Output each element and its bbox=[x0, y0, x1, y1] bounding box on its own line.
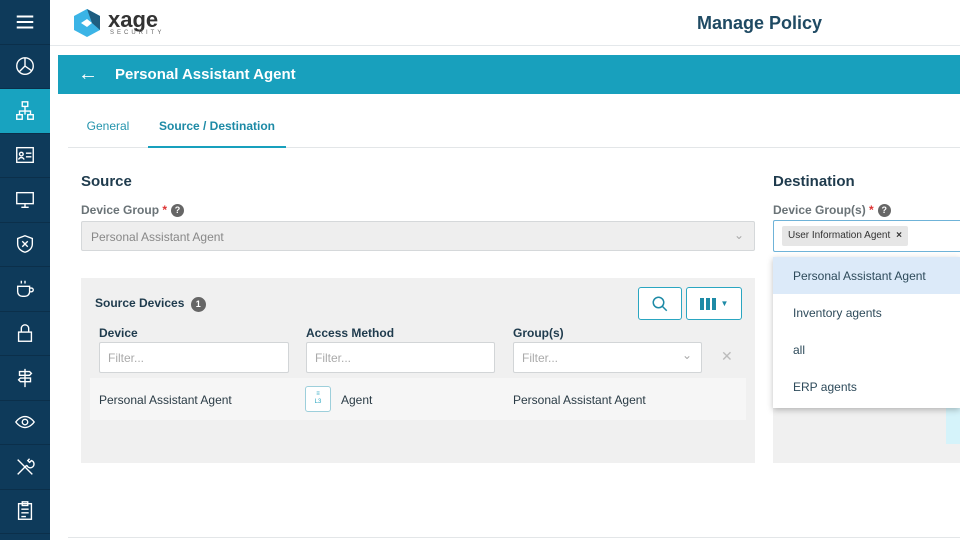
sidebar bbox=[0, 0, 50, 540]
chip-label: User Information Agent bbox=[788, 230, 891, 241]
agent-l3-icon: ≡ L3 bbox=[305, 386, 331, 412]
hamburger-icon bbox=[16, 15, 34, 29]
sidebar-item-routes[interactable] bbox=[0, 356, 50, 401]
cell-device: Personal Assistant Agent bbox=[99, 393, 232, 407]
tabs: General Source / Destination bbox=[68, 106, 960, 148]
sidebar-item-devices[interactable] bbox=[0, 178, 50, 223]
table-row[interactable]: Personal Assistant Agent ≡ L3 Agent Perso… bbox=[90, 378, 746, 420]
lock-icon bbox=[17, 324, 33, 343]
page-title: Manage Policy bbox=[696, 13, 822, 33]
destination-heading: Destination bbox=[773, 173, 855, 190]
dropdown-option[interactable]: Inventory agents bbox=[773, 294, 960, 331]
sidebar-item-services[interactable] bbox=[0, 267, 50, 312]
sidebar-item-monitor[interactable] bbox=[0, 401, 50, 445]
source-devices-title-text: Source Devices bbox=[95, 296, 185, 310]
clipboard-icon bbox=[17, 501, 33, 521]
sidebar-item-identity[interactable] bbox=[0, 134, 50, 178]
destination-panel bbox=[773, 408, 960, 463]
sidebar-item-reports[interactable] bbox=[0, 490, 50, 534]
policy-header: ← Personal Assistant Agent bbox=[58, 55, 960, 94]
panel-accent bbox=[946, 408, 960, 444]
required-marker: * bbox=[869, 203, 874, 217]
required-marker: * bbox=[162, 203, 168, 217]
source-devices-title: Source Devices 1 bbox=[95, 296, 206, 312]
help-icon[interactable]: ? bbox=[877, 204, 891, 218]
columns-button[interactable]: ▼ bbox=[686, 287, 742, 320]
coffee-cup-icon bbox=[16, 280, 34, 297]
source-heading: Source bbox=[81, 173, 132, 190]
dropdown-option[interactable]: Personal Assistant Agent bbox=[773, 257, 960, 294]
groups-filter-placeholder: Filter... bbox=[522, 351, 559, 365]
selected-chip: User Information Agent × bbox=[782, 226, 908, 246]
groups-filter-select[interactable]: Filter... ⌄ bbox=[513, 342, 702, 373]
chevron-down-icon: ⌄ bbox=[733, 228, 744, 242]
caret-down-icon: ▼ bbox=[720, 299, 729, 308]
column-header-groups[interactable]: Group(s) bbox=[513, 326, 564, 340]
signpost-icon bbox=[17, 368, 33, 387]
policy-title: Personal Assistant Agent bbox=[115, 66, 296, 83]
brand-name: xage bbox=[108, 7, 159, 32]
source-device-group-value: Personal Assistant Agent bbox=[91, 230, 224, 244]
columns-icon bbox=[699, 297, 716, 310]
top-bar: xage SECURITY Manage Policy bbox=[50, 0, 960, 46]
help-icon[interactable]: ? bbox=[171, 204, 185, 218]
tab-source-destination[interactable]: Source / Destination bbox=[148, 106, 286, 148]
source-devices-panel: Source Devices 1 ▼ Device Access Method … bbox=[81, 278, 755, 463]
cell-groups: Personal Assistant Agent bbox=[513, 393, 646, 407]
clear-filters-icon[interactable]: ✕ bbox=[721, 348, 733, 365]
sidebar-item-policy[interactable] bbox=[0, 223, 50, 267]
pie-chart-icon bbox=[16, 57, 34, 76]
sidebar-item-tools[interactable] bbox=[0, 445, 50, 490]
tools-icon bbox=[17, 458, 35, 475]
device-group-label-text: Device Group bbox=[81, 203, 160, 217]
access-method-filter-input[interactable]: Filter... bbox=[306, 342, 495, 373]
main-content: General Source / Destination Source Devi… bbox=[58, 94, 960, 540]
search-icon bbox=[652, 296, 668, 311]
dropdown-option[interactable]: ERP agents bbox=[773, 368, 960, 405]
shield-icon bbox=[16, 235, 34, 254]
agent-icon-label: L3 bbox=[314, 399, 322, 405]
sidebar-item-topology[interactable] bbox=[0, 89, 50, 134]
menu-button[interactable] bbox=[0, 0, 50, 45]
device-groups-dropdown: Personal Assistant Agent Inventory agent… bbox=[773, 257, 960, 408]
device-groups-label: Device Group(s) *? bbox=[773, 203, 891, 218]
sidebar-item-access[interactable] bbox=[0, 312, 50, 356]
device-group-label: Device Group *? bbox=[81, 203, 185, 218]
xage-logo-icon bbox=[74, 9, 100, 37]
remove-chip-icon[interactable]: × bbox=[896, 230, 902, 241]
eye-icon bbox=[15, 416, 35, 429]
id-card-icon bbox=[16, 147, 34, 164]
count-badge: 1 bbox=[190, 297, 206, 312]
cell-access-method: Agent bbox=[341, 393, 373, 407]
monitor-icon bbox=[16, 191, 34, 208]
device-groups-label-text: Device Group(s) bbox=[773, 203, 866, 217]
column-header-device[interactable]: Device bbox=[99, 326, 138, 340]
device-filter-input[interactable]: Filter... bbox=[99, 342, 289, 373]
brand-tagline: SECURITY bbox=[110, 30, 165, 36]
divider bbox=[68, 537, 960, 538]
chevron-down-icon: ⌄ bbox=[681, 348, 692, 362]
search-button[interactable] bbox=[638, 287, 682, 320]
logo: xage SECURITY bbox=[72, 8, 164, 38]
network-icon bbox=[16, 100, 34, 120]
source-device-group-select[interactable]: Personal Assistant Agent ⌄ bbox=[81, 221, 755, 251]
sidebar-item-dashboard[interactable] bbox=[0, 45, 50, 89]
back-arrow-icon[interactable]: ← bbox=[78, 63, 108, 86]
tab-general[interactable]: General bbox=[68, 106, 148, 148]
dropdown-option[interactable]: all bbox=[773, 331, 960, 368]
destination-device-groups-select[interactable]: User Information Agent × bbox=[773, 220, 960, 252]
column-header-access-method[interactable]: Access Method bbox=[306, 326, 394, 340]
